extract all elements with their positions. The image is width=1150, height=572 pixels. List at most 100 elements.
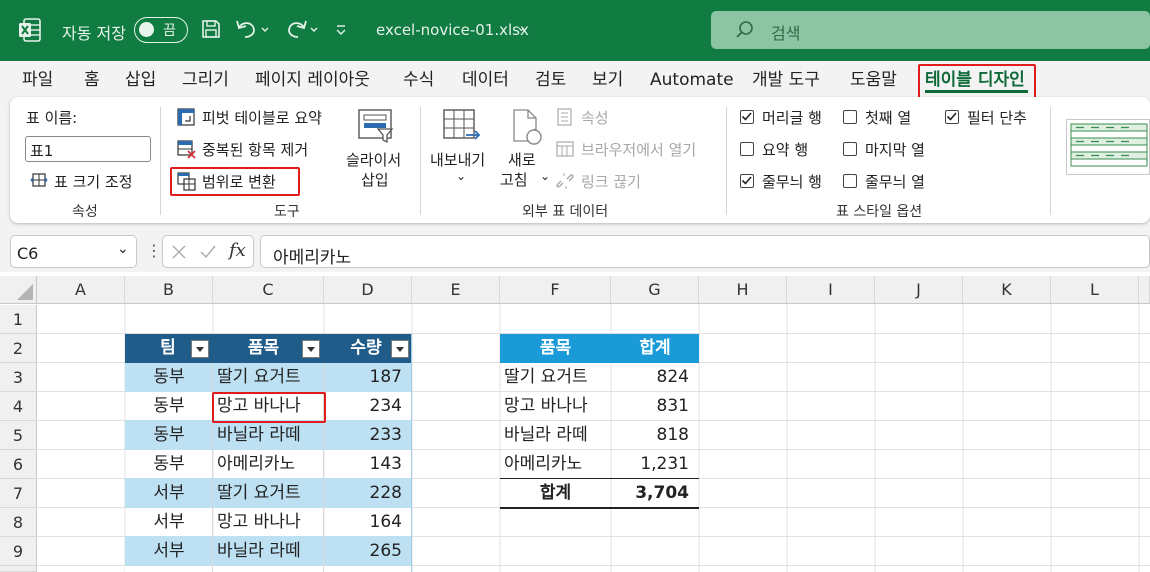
table-cell[interactable]: 서부 bbox=[125, 479, 213, 508]
chevron-down-icon[interactable]: ⌄ bbox=[516, 20, 527, 35]
summary-cell[interactable]: 824 bbox=[611, 363, 699, 392]
separator bbox=[420, 107, 421, 215]
summary-header-total[interactable]: 합계 bbox=[611, 334, 699, 363]
banded-columns-checkbox[interactable]: 줄무늬 열 bbox=[843, 171, 943, 193]
name-box[interactable]: C6 ⌄ bbox=[10, 235, 137, 268]
unlink-button[interactable]: 링크 끊기 bbox=[555, 169, 665, 193]
table-cell[interactable]: 234 bbox=[324, 392, 412, 421]
row-header-5[interactable]: 5 bbox=[0, 421, 37, 450]
tab-file[interactable]: 파일 bbox=[22, 61, 53, 97]
customize-qat-icon[interactable] bbox=[334, 22, 348, 38]
insert-slicer-button[interactable]: 슬라이서 삽입 bbox=[342, 105, 410, 189]
search-icon bbox=[735, 20, 755, 40]
table-cell[interactable]: 228 bbox=[324, 479, 412, 508]
first-column-checkbox[interactable]: 첫째 열 bbox=[843, 107, 943, 129]
table-cell[interactable]: 딸기 요거트 bbox=[213, 363, 324, 392]
worksheet-grid[interactable]: A B C D E F G H I J K L 1 2 3 4 5 6 7 8 … bbox=[0, 276, 1150, 572]
tab-developer[interactable]: 개발 도구 bbox=[752, 61, 820, 97]
search-box[interactable]: 검색 bbox=[711, 11, 1150, 49]
ribbon-tabs: 파일 홈 삽입 그리기 페이지 레이아웃 수식 데이터 검토 보기 Automa… bbox=[0, 61, 1150, 99]
table-cell[interactable]: 164 bbox=[324, 508, 412, 537]
table-cell[interactable]: 동부 bbox=[125, 421, 213, 450]
summary-cell[interactable]: 딸기 요거트 bbox=[500, 363, 611, 392]
tab-insert[interactable]: 삽입 bbox=[125, 61, 156, 97]
table-cell[interactable]: 233 bbox=[324, 421, 412, 450]
filter-button-checkbox[interactable]: 필터 단추 bbox=[945, 107, 1045, 129]
last-column-checkbox[interactable]: 마지막 열 bbox=[843, 139, 943, 161]
table-properties-button[interactable]: 속성 bbox=[555, 105, 645, 129]
active-cell-c6[interactable]: 아메리카노 bbox=[213, 450, 324, 479]
row-header-4[interactable]: 4 bbox=[0, 392, 37, 421]
file-name[interactable]: excel-novice-01.xlsx bbox=[376, 21, 529, 39]
resize-table-button[interactable]: 표 크기 조정 bbox=[28, 169, 158, 193]
table-cell[interactable]: 143 bbox=[324, 450, 412, 479]
summary-cell[interactable]: 1,231 bbox=[611, 450, 699, 479]
formula-input[interactable]: 아메리카노 bbox=[260, 235, 1150, 268]
remove-duplicates-button[interactable]: 중복된 항목 제거 bbox=[174, 137, 344, 161]
row-header-2[interactable]: 2 bbox=[0, 334, 37, 363]
tab-formulas[interactable]: 수식 bbox=[403, 61, 434, 97]
cancel-icon[interactable] bbox=[171, 244, 187, 260]
filter-dropdown-icon[interactable] bbox=[191, 340, 209, 358]
refresh-label-2: 고침 bbox=[500, 171, 528, 189]
header-row-checkbox[interactable]: 머리글 행 bbox=[740, 107, 840, 129]
table-cell[interactable]: 동부 bbox=[125, 392, 213, 421]
tab-view[interactable]: 보기 bbox=[592, 61, 623, 97]
pivot-summary-button[interactable]: 피벗 테이블로 요약 bbox=[174, 105, 344, 129]
summary-total-label[interactable]: 합계 bbox=[500, 479, 611, 508]
table-cell[interactable]: 망고 바나나 bbox=[213, 508, 324, 537]
filter-dropdown-icon[interactable] bbox=[302, 340, 320, 358]
autosave-toggle[interactable]: 끔 bbox=[134, 17, 188, 43]
summary-header-item[interactable]: 품목 bbox=[500, 334, 611, 363]
row-header-1[interactable]: 1 bbox=[0, 305, 37, 334]
enter-icon[interactable] bbox=[199, 244, 217, 260]
more-options-icon[interactable]: ⋮ bbox=[146, 241, 162, 260]
table-cell[interactable]: 서부 bbox=[125, 508, 213, 537]
table-cell[interactable]: 딸기 요거트 bbox=[213, 479, 324, 508]
tab-home[interactable]: 홈 bbox=[84, 61, 100, 97]
summary-cell[interactable]: 818 bbox=[611, 421, 699, 450]
table-cell[interactable]: 바닐라 라떼 bbox=[213, 537, 324, 566]
table-cell[interactable]: 265 bbox=[324, 537, 412, 566]
total-row-checkbox[interactable]: 요약 행 bbox=[740, 139, 840, 161]
row-header-10[interactable] bbox=[0, 566, 37, 572]
table-cell[interactable]: 동부 bbox=[125, 450, 213, 479]
table-header-cell[interactable]: 수량 bbox=[324, 334, 412, 363]
table-cell[interactable]: 187 bbox=[324, 363, 412, 392]
table-cell[interactable]: 바닐라 라떼 bbox=[213, 421, 324, 450]
banded-rows-checkbox[interactable]: 줄무늬 행 bbox=[740, 171, 840, 193]
insert-function-icon[interactable]: fx bbox=[229, 240, 246, 261]
redo-icon[interactable] bbox=[284, 18, 320, 40]
table-header-cell[interactable]: 품목 bbox=[213, 334, 324, 363]
open-in-browser-button[interactable]: 브라우저에서 열기 bbox=[555, 137, 725, 161]
summary-total-value[interactable]: 3,704 bbox=[611, 479, 699, 508]
table-cell[interactable]: 서부 bbox=[125, 537, 213, 566]
summary-cell[interactable]: 바닐라 라떼 bbox=[500, 421, 611, 450]
header-row-label: 머리글 행 bbox=[762, 109, 822, 127]
row-header-8[interactable]: 8 bbox=[0, 508, 37, 537]
table-name-input[interactable]: 표1 bbox=[25, 136, 151, 162]
table-row-partial[interactable] bbox=[125, 566, 412, 572]
row-header-6[interactable]: 6 bbox=[0, 450, 37, 479]
chevron-down-icon[interactable]: ⌄ bbox=[117, 241, 129, 257]
table-cell[interactable]: 동부 bbox=[125, 363, 213, 392]
table-style-thumbnail[interactable] bbox=[1066, 119, 1150, 175]
tab-draw[interactable]: 그리기 bbox=[182, 61, 229, 97]
save-icon[interactable] bbox=[200, 18, 222, 40]
tab-review[interactable]: 검토 bbox=[535, 61, 566, 97]
summary-cell[interactable]: 망고 바나나 bbox=[500, 392, 611, 421]
row-header-9[interactable]: 9 bbox=[0, 537, 37, 566]
undo-icon[interactable] bbox=[235, 18, 271, 40]
tab-help[interactable]: 도움말 bbox=[850, 61, 897, 97]
tab-page-layout[interactable]: 페이지 레이아웃 bbox=[255, 61, 370, 97]
tab-data[interactable]: 데이터 bbox=[462, 61, 509, 97]
summary-cell[interactable]: 831 bbox=[611, 392, 699, 421]
table-header-cell[interactable]: 팀 bbox=[125, 334, 213, 363]
refresh-button[interactable]: 새로 고침 ⌄ bbox=[496, 105, 556, 191]
tab-automate[interactable]: Automate bbox=[650, 61, 734, 97]
row-header-7[interactable]: 7 bbox=[0, 479, 37, 508]
summary-cell[interactable]: 아메리카노 bbox=[500, 450, 611, 479]
export-button[interactable]: 내보내기 ⌄ bbox=[428, 105, 494, 191]
filter-dropdown-icon[interactable] bbox=[391, 340, 409, 358]
row-header-3[interactable]: 3 bbox=[0, 363, 37, 392]
